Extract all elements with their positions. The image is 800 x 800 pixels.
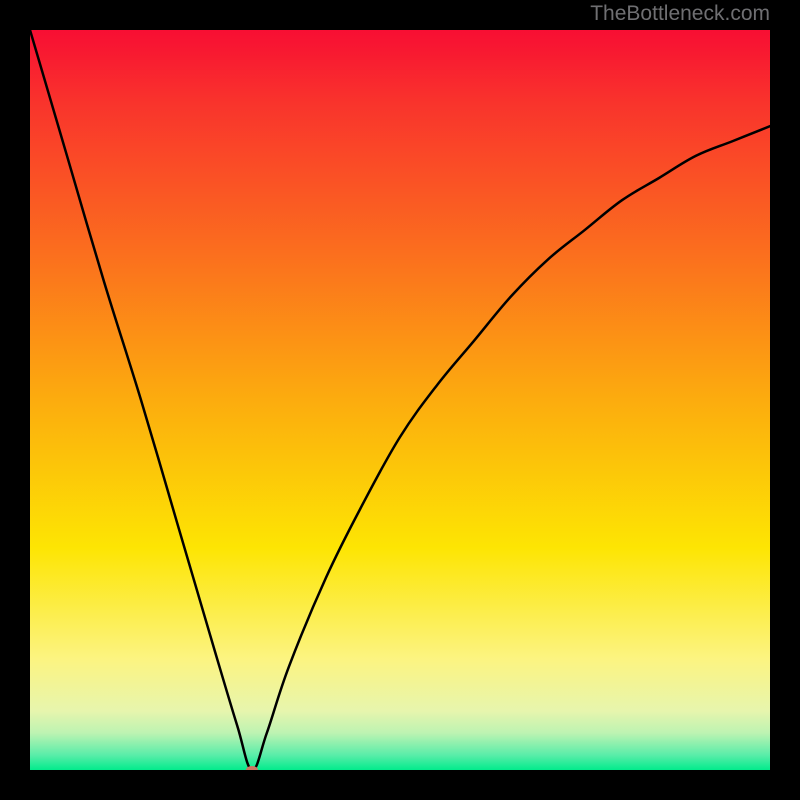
- minimum-marker: [246, 766, 258, 770]
- watermark-text: TheBottleneck.com: [590, 2, 770, 26]
- bottleneck-curve: [30, 30, 770, 770]
- chart-frame: TheBottleneck.com: [0, 0, 800, 800]
- plot-area: [30, 30, 770, 770]
